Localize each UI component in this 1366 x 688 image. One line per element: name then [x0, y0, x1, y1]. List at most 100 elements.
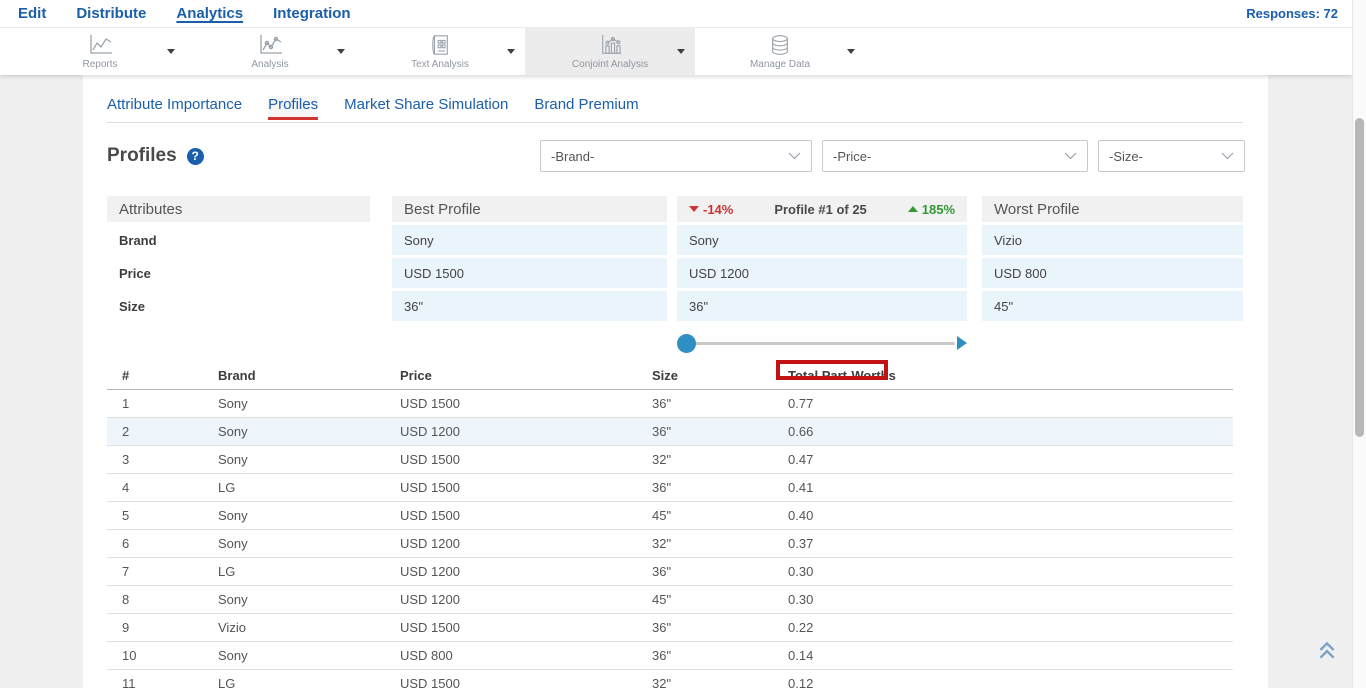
row-total-part-worths: 0.30 — [788, 592, 1233, 607]
row-total-part-worths: 0.30 — [788, 564, 1233, 579]
analysis-dropdown-caret-icon[interactable] — [337, 49, 345, 54]
table-row[interactable]: 5 Sony USD 1500 45" 0.40 — [107, 502, 1233, 530]
tab-brand-premium[interactable]: Brand Premium — [534, 96, 638, 120]
brand-dropdown[interactable]: -Brand- — [540, 140, 812, 172]
nav-item-analytics[interactable]: Analytics — [176, 5, 243, 22]
table-row[interactable]: 4 LG USD 1500 36" 0.41 — [107, 474, 1233, 502]
current-profile-header: -14% Profile #1 of 25 185% — [677, 196, 967, 222]
row-price: USD 1500 — [400, 480, 652, 495]
row-number: 8 — [122, 592, 218, 607]
toolbar-item-label: Manage Data — [750, 59, 810, 70]
attribute-label-price: Price — [107, 258, 370, 288]
toolbar-item-manage-data[interactable]: Manage Data — [695, 28, 865, 75]
table-row[interactable]: 10 Sony USD 800 36" 0.14 — [107, 642, 1233, 670]
table-row[interactable]: 1 Sony USD 1500 36" 0.77 — [107, 390, 1233, 418]
toolbar-item-reports[interactable]: Reports — [15, 28, 185, 75]
table-row[interactable]: 6 Sony USD 1200 32" 0.37 — [107, 530, 1233, 558]
price-dropdown[interactable]: -Price- — [822, 140, 1088, 172]
tabs-divider — [107, 122, 1243, 123]
table-row[interactable]: 8 Sony USD 1200 45" 0.30 — [107, 586, 1233, 614]
worst-profile-price: USD 800 — [982, 258, 1243, 288]
row-price: USD 1500 — [400, 452, 652, 467]
row-number: 10 — [122, 648, 218, 663]
row-number: 7 — [122, 564, 218, 579]
row-brand: Sony — [218, 508, 400, 523]
row-size: 36" — [652, 396, 788, 411]
conjoint-analysis-panel: Attribute Importance Profiles Market Sha… — [83, 75, 1268, 688]
row-number: 9 — [122, 620, 218, 635]
row-total-part-worths: 0.40 — [788, 508, 1233, 523]
profiles-table-body: 1 Sony USD 1500 36" 0.77 2 Sony USD 1200… — [107, 390, 1233, 688]
table-row[interactable]: 7 LG USD 1200 36" 0.30 — [107, 558, 1233, 586]
row-brand: Sony — [218, 452, 400, 467]
reports-dropdown-caret-icon[interactable] — [167, 49, 175, 54]
row-number: 6 — [122, 536, 218, 551]
scroll-to-top-button[interactable] — [1316, 639, 1338, 666]
conjoint-analysis-dropdown-caret-icon[interactable] — [677, 49, 685, 54]
manage-data-dropdown-caret-icon[interactable] — [847, 49, 855, 54]
nav-item-edit[interactable]: Edit — [18, 5, 46, 22]
row-size: 32" — [652, 452, 788, 467]
table-row[interactable]: 3 Sony USD 1500 32" 0.47 — [107, 446, 1233, 474]
table-row[interactable]: 2 Sony USD 1200 36" 0.66 — [107, 418, 1233, 446]
row-brand: Sony — [218, 424, 400, 439]
best-profile-size: 36" — [392, 291, 667, 321]
row-size: 45" — [652, 508, 788, 523]
scrollbar-thumb[interactable] — [1355, 118, 1364, 437]
attribute-label-brand: Brand — [107, 225, 370, 255]
toolbar-item-analysis[interactable]: Analysis — [185, 28, 355, 75]
row-price: USD 1500 — [400, 620, 652, 635]
tab-profiles[interactable]: Profiles — [268, 96, 318, 120]
row-number: 3 — [122, 452, 218, 467]
row-total-part-worths: 0.12 — [788, 676, 1233, 688]
current-profile-brand: Sony — [677, 225, 967, 255]
row-price: USD 1200 — [400, 536, 652, 551]
top-navbar: Edit Distribute Analytics Integration Re… — [0, 0, 1352, 28]
toolbar-item-label: Conjoint Analysis — [572, 59, 648, 70]
slider-next-arrow-icon[interactable] — [957, 336, 967, 350]
page-title: Profiles — [107, 145, 177, 167]
worst-profile-header: Worst Profile — [982, 196, 1243, 222]
nav-item-integration[interactable]: Integration — [273, 5, 351, 22]
size-dropdown-value: -Size- — [1109, 149, 1143, 164]
row-price: USD 1500 — [400, 508, 652, 523]
size-dropdown[interactable]: -Size- — [1098, 140, 1245, 172]
row-brand: LG — [218, 480, 400, 495]
col-header-number: # — [122, 368, 218, 383]
price-dropdown-value: -Price- — [833, 149, 871, 164]
help-icon[interactable]: ? — [187, 148, 204, 165]
table-row[interactable]: 11 LG USD 1500 32" 0.12 — [107, 670, 1233, 688]
profile-slider-track[interactable] — [686, 342, 955, 345]
row-size: 36" — [652, 564, 788, 579]
current-profile-size: 36" — [677, 291, 967, 321]
worst-profile-brand: Vizio — [982, 225, 1243, 255]
table-row[interactable]: 9 Vizio USD 1500 36" 0.22 — [107, 614, 1233, 642]
responses-count[interactable]: Responses: 72 — [1246, 6, 1338, 21]
attributes-header: Attributes — [107, 196, 370, 222]
row-price: USD 1200 — [400, 592, 652, 607]
tab-attribute-importance[interactable]: Attribute Importance — [107, 96, 242, 120]
toolbar-item-text-analysis[interactable]: Text Analysis — [355, 28, 525, 75]
row-brand: Sony — [218, 396, 400, 411]
nav-item-distribute[interactable]: Distribute — [76, 5, 146, 22]
row-number: 5 — [122, 508, 218, 523]
text-analysis-dropdown-caret-icon[interactable] — [507, 49, 515, 54]
row-total-part-worths: 0.41 — [788, 480, 1233, 495]
row-price: USD 1500 — [400, 676, 652, 688]
toolbar-item-label: Text Analysis — [411, 59, 469, 70]
page-scrollbar[interactable] — [1352, 0, 1366, 688]
tab-market-share-simulation[interactable]: Market Share Simulation — [344, 96, 508, 120]
row-brand: Sony — [218, 536, 400, 551]
profile-slider — [677, 334, 967, 358]
row-brand: Sony — [218, 592, 400, 607]
row-size: 36" — [652, 480, 788, 495]
profile-slider-handle[interactable] — [677, 334, 696, 353]
profile-comparison: Attributes Brand Price Size Best Profile… — [107, 196, 1243, 321]
row-size: 32" — [652, 536, 788, 551]
best-profile-brand: Sony — [392, 225, 667, 255]
toolbar-item-conjoint-analysis[interactable]: Conjoint Analysis — [525, 28, 695, 75]
attribute-label-size: Size — [107, 291, 370, 321]
delta-vs-best: -14% — [689, 202, 733, 217]
row-price: USD 1200 — [400, 424, 652, 439]
reports-chart-icon — [86, 34, 114, 56]
